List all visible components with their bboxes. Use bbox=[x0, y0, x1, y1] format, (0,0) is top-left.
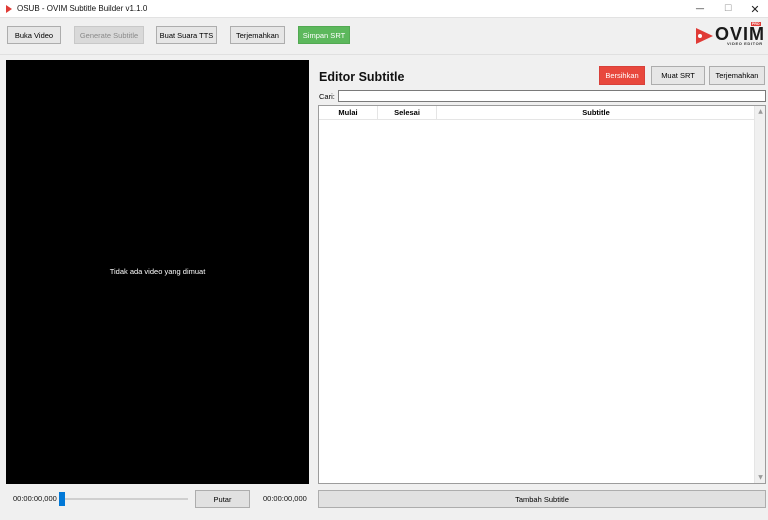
logo-badge: PRO bbox=[751, 22, 761, 26]
search-label: Cari: bbox=[319, 92, 335, 101]
column-header-start[interactable]: Mulai bbox=[319, 106, 378, 120]
column-header-subtitle[interactable]: Subtitle bbox=[437, 106, 755, 120]
ovim-logo: OVIM VIDEO EDITOR PRO bbox=[694, 22, 766, 48]
title-bar: OSUB - OVIM Subtitle Builder v1.1.0 — ☐ … bbox=[0, 0, 768, 18]
load-srt-button[interactable]: Muat SRT bbox=[651, 66, 705, 85]
translate-button[interactable]: Terjemahkan bbox=[230, 26, 285, 44]
toolbar: Buka Video Generate Subtitle Buat Suara … bbox=[0, 18, 768, 55]
app-play-icon bbox=[6, 5, 12, 13]
close-button[interactable]: ✕ bbox=[741, 0, 768, 18]
play-button[interactable]: Putar bbox=[195, 490, 250, 508]
make-tts-button[interactable]: Buat Suara TTS bbox=[156, 26, 217, 44]
seek-handle[interactable] bbox=[59, 492, 65, 506]
window-title: OSUB - OVIM Subtitle Builder v1.1.0 bbox=[17, 4, 148, 13]
seek-track[interactable] bbox=[59, 498, 188, 500]
maximize-button[interactable]: ☐ bbox=[714, 0, 742, 18]
logo-tagline: VIDEO EDITOR bbox=[727, 41, 763, 46]
seek-slider[interactable] bbox=[59, 491, 188, 507]
column-header-end[interactable]: Selesai bbox=[378, 106, 437, 120]
save-srt-button[interactable]: Simpan SRT bbox=[298, 26, 350, 44]
scroll-down-icon[interactable]: ▼ bbox=[755, 472, 766, 483]
clear-button[interactable]: Bersihkan bbox=[599, 66, 645, 85]
subtitle-table[interactable]: Mulai Selesai Subtitle ▲ ▼ bbox=[318, 105, 766, 484]
table-header: Mulai Selesai Subtitle bbox=[319, 106, 755, 120]
scroll-up-icon[interactable]: ▲ bbox=[755, 106, 766, 117]
empty-video-message: Tidak ada video yang dimuat bbox=[109, 267, 206, 276]
editor-translate-button[interactable]: Terjemahkan bbox=[709, 66, 765, 85]
open-video-button[interactable]: Buka Video bbox=[7, 26, 61, 44]
search-input[interactable] bbox=[338, 90, 766, 102]
logo-play-icon bbox=[696, 28, 713, 44]
current-time: 00:00:00,000 bbox=[13, 494, 57, 503]
minimize-button[interactable]: — bbox=[686, 0, 714, 18]
table-scrollbar[interactable]: ▲ ▼ bbox=[754, 106, 765, 483]
total-time: 00:00:00,000 bbox=[263, 494, 307, 503]
video-preview[interactable]: Tidak ada video yang dimuat bbox=[6, 60, 309, 484]
generate-subtitle-button[interactable]: Generate Subtitle bbox=[74, 26, 144, 44]
add-subtitle-button[interactable]: Tambah Subtitle bbox=[318, 490, 766, 508]
editor-title: Editor Subtitle bbox=[319, 70, 405, 84]
